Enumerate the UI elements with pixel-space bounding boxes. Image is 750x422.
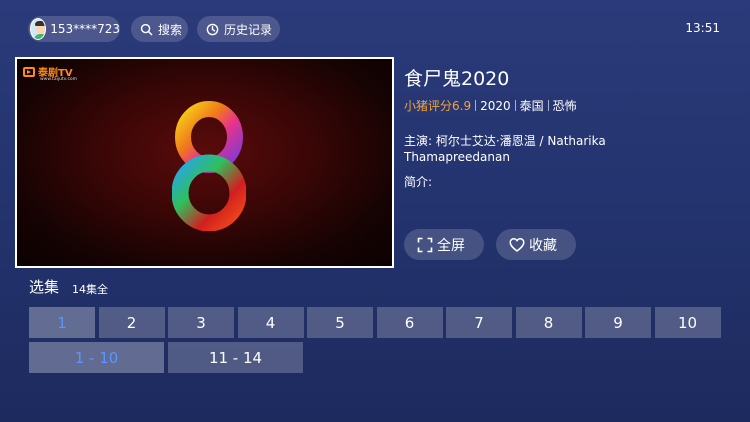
search-label: 搜索 [158,22,183,37]
channel-8-logo [172,101,246,231]
search-button[interactable]: 搜索 [131,16,188,42]
play-logo-icon [23,66,35,77]
channel-logo-url: www.taijutv.com [40,77,78,82]
favorite-button[interactable]: 收藏 [496,229,576,260]
episode-button-6[interactable]: 6 [376,307,443,338]
meta-divider [475,100,477,111]
top-bar: 153****723 搜索 历史记录 13:51 [28,16,722,42]
favorite-label: 收藏 [529,237,557,254]
poster-image[interactable]: 泰剧TV www.taijutv.com [15,57,394,268]
fullscreen-icon [417,237,433,252]
search-icon [140,23,153,35]
episode-button-2[interactable]: 2 [98,307,165,338]
history-button[interactable]: 历史记录 [197,16,280,42]
release-year: 2020 [480,98,511,113]
user-phone: 153****723 [50,22,120,36]
episode-range-button[interactable]: 11 - 14 [168,342,303,373]
fullscreen-button[interactable]: 全屏 [404,229,484,260]
show-title: 食尸鬼2020 [404,68,510,90]
country: 泰国 [519,99,544,113]
show-meta: 小猪评分6.9 2020 泰国 恐怖 [404,97,577,114]
user-account-button[interactable]: 153****723 [28,16,120,42]
intro-label: 简介: [404,175,433,189]
episode-range-button[interactable]: 1 - 10 [29,342,164,373]
cast-info: 主演: 柯尔士艾达·潘恩温 / Natharika Thamapreedanan [404,133,644,165]
fullscreen-label: 全屏 [437,237,465,254]
cast-names: 柯尔士艾达·潘恩温 / Natharika Thamapreedanan [404,134,606,164]
heart-icon [509,237,525,252]
episode-button-5[interactable]: 5 [307,307,373,338]
cast-label: 主演: [404,134,433,148]
episode-button-3[interactable]: 3 [168,307,234,338]
episodes-total: 14集全 [72,283,108,296]
episode-button-4[interactable]: 4 [237,307,304,338]
episode-button-9[interactable]: 9 [585,307,651,338]
episode-button-7[interactable]: 7 [446,307,512,338]
clock: 13:51 [685,21,720,35]
episode-button-8[interactable]: 8 [515,307,582,338]
history-label: 历史记录 [224,22,273,37]
meta-divider [547,100,549,111]
clock-icon [206,23,219,35]
rating-score: 小猪评分6.9 [404,99,472,113]
genre: 恐怖 [552,99,577,113]
meta-divider [514,100,516,111]
avatar [30,18,47,40]
episodes-heading: 选集 [29,278,60,296]
episode-button-10[interactable]: 10 [654,307,721,338]
episode-button-1[interactable]: 1 [29,307,95,338]
